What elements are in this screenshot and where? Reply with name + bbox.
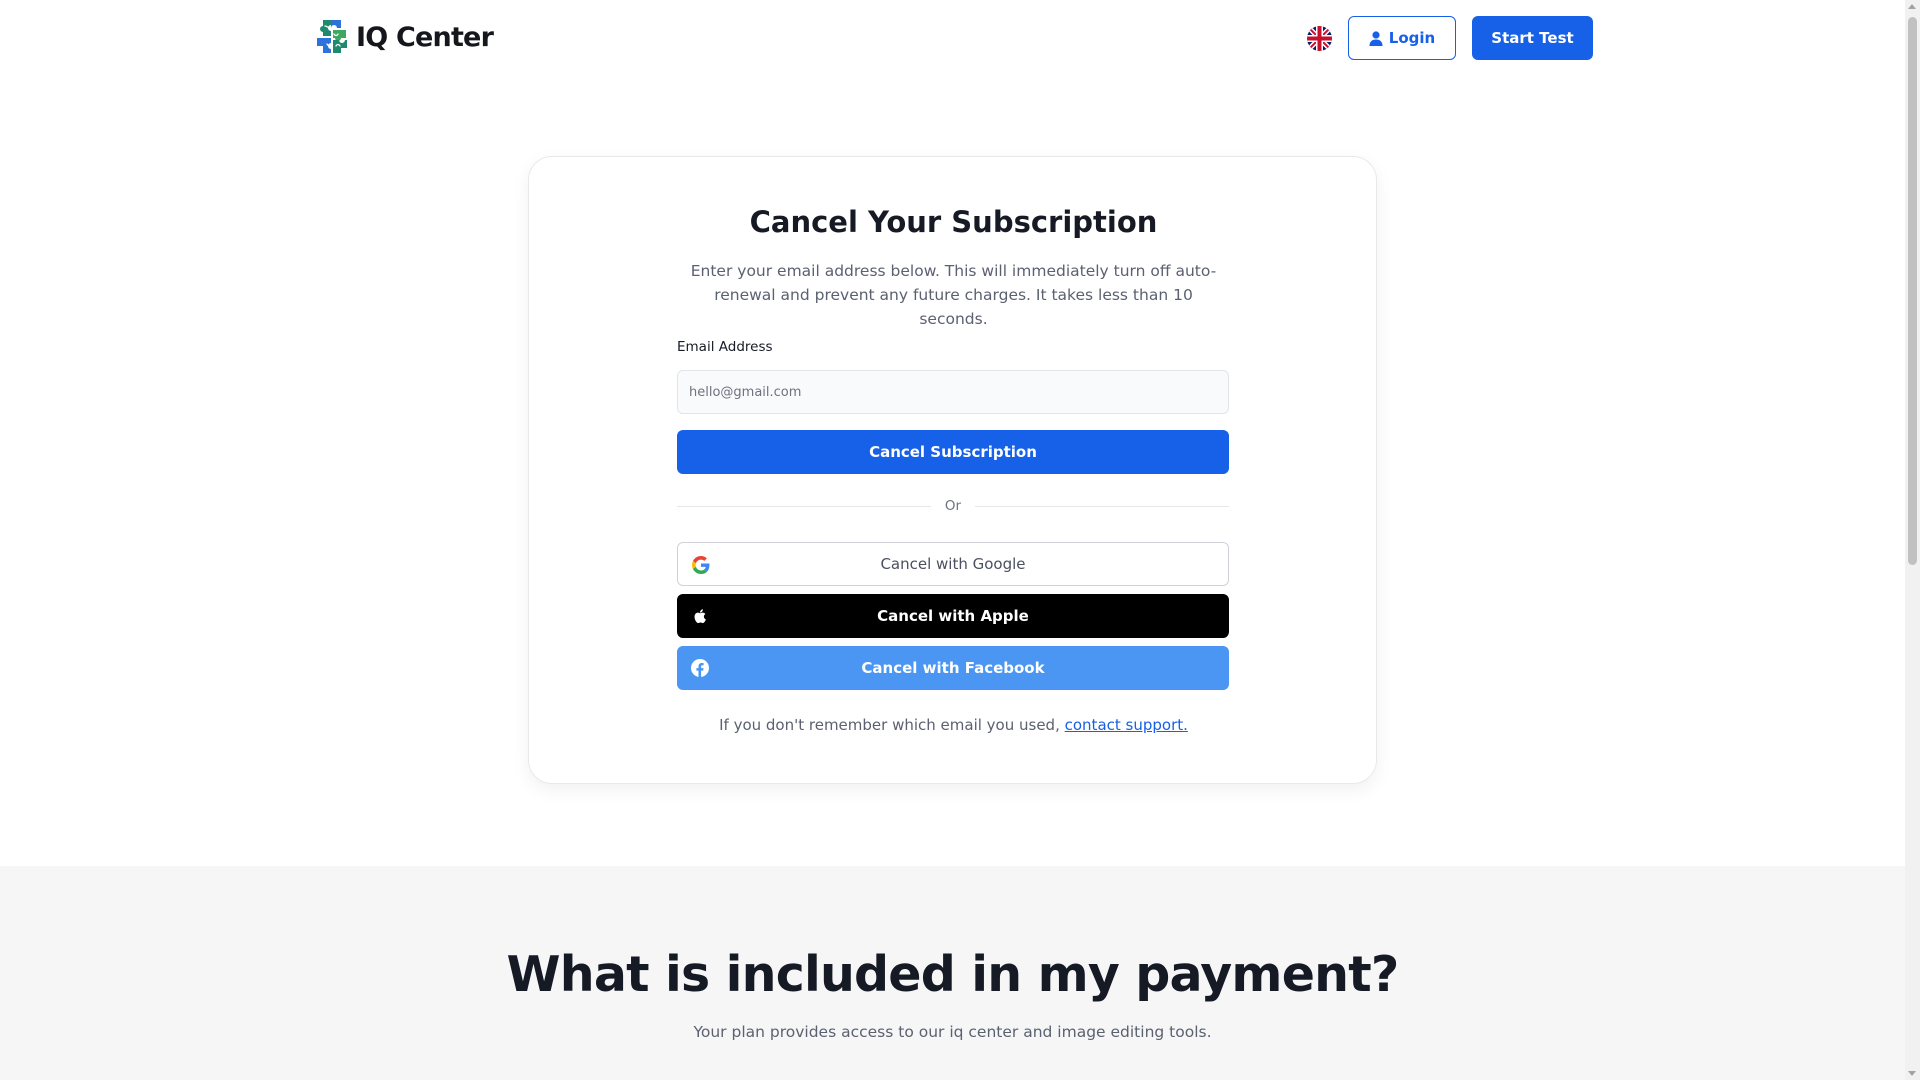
- email-field[interactable]: [677, 370, 1229, 414]
- login-label: Login: [1388, 29, 1436, 47]
- cancel-with-google-button[interactable]: Cancel with Google: [677, 542, 1229, 586]
- divider-line-left: [677, 505, 931, 507]
- page: IQ Center Login Start Test Cancel Your S…: [0, 0, 1905, 1080]
- cancel-with-facebook-button[interactable]: Cancel with Facebook: [677, 646, 1229, 690]
- google-icon: [692, 556, 710, 574]
- facebook-button-label: Cancel with Facebook: [861, 659, 1045, 677]
- page-scrollbar[interactable]: [1905, 0, 1920, 1080]
- cancel-subscription-button[interactable]: Cancel Subscription: [677, 430, 1229, 474]
- start-test-button[interactable]: Start Test: [1472, 16, 1593, 60]
- support-text: If you don't remember which email you us…: [719, 716, 1065, 734]
- flag-uk-icon: [1307, 26, 1332, 51]
- faq-section: What is included in my payment? Your pla…: [0, 866, 1905, 1080]
- scrollbar-thumb[interactable]: [1908, 17, 1917, 565]
- card-description: Enter your email address below. This wil…: [690, 262, 1217, 328]
- contact-support-link[interactable]: contact support.: [1065, 716, 1188, 734]
- scroll-up-arrow-icon[interactable]: [1908, 4, 1916, 9]
- google-button-label: Cancel with Google: [880, 555, 1026, 573]
- brand-logo[interactable]: IQ Center: [314, 18, 494, 56]
- apple-button-label: Cancel with Apple: [877, 607, 1029, 625]
- page-title: Cancel Your Subscription: [749, 205, 1158, 239]
- email-label: Email Address: [677, 339, 773, 355]
- divider-line-right: [975, 505, 1229, 507]
- user-icon: [1369, 30, 1383, 46]
- facebook-icon: [691, 659, 709, 677]
- scroll-down-arrow-icon[interactable]: [1908, 1071, 1916, 1076]
- divider-text: Or: [944, 498, 962, 514]
- faq-subtitle: Your plan provides access to our iq cent…: [693, 1023, 1212, 1041]
- puzzle-logo-icon: [317, 20, 347, 53]
- language-selector[interactable]: [1307, 26, 1332, 51]
- login-button[interactable]: Login: [1348, 16, 1456, 60]
- cancel-with-apple-button[interactable]: Cancel with Apple: [677, 594, 1229, 638]
- support-note: If you don't remember which email you us…: [529, 716, 1378, 734]
- brand-name: IQ Center: [356, 21, 494, 53]
- apple-icon: [691, 607, 709, 625]
- site-header: IQ Center Login Start Test: [0, 0, 1905, 76]
- cancel-subscription-card: Cancel Your Subscription Enter your emai…: [528, 156, 1377, 784]
- faq-title: What is included in my payment?: [506, 946, 1400, 1003]
- or-divider: Or: [677, 496, 1229, 516]
